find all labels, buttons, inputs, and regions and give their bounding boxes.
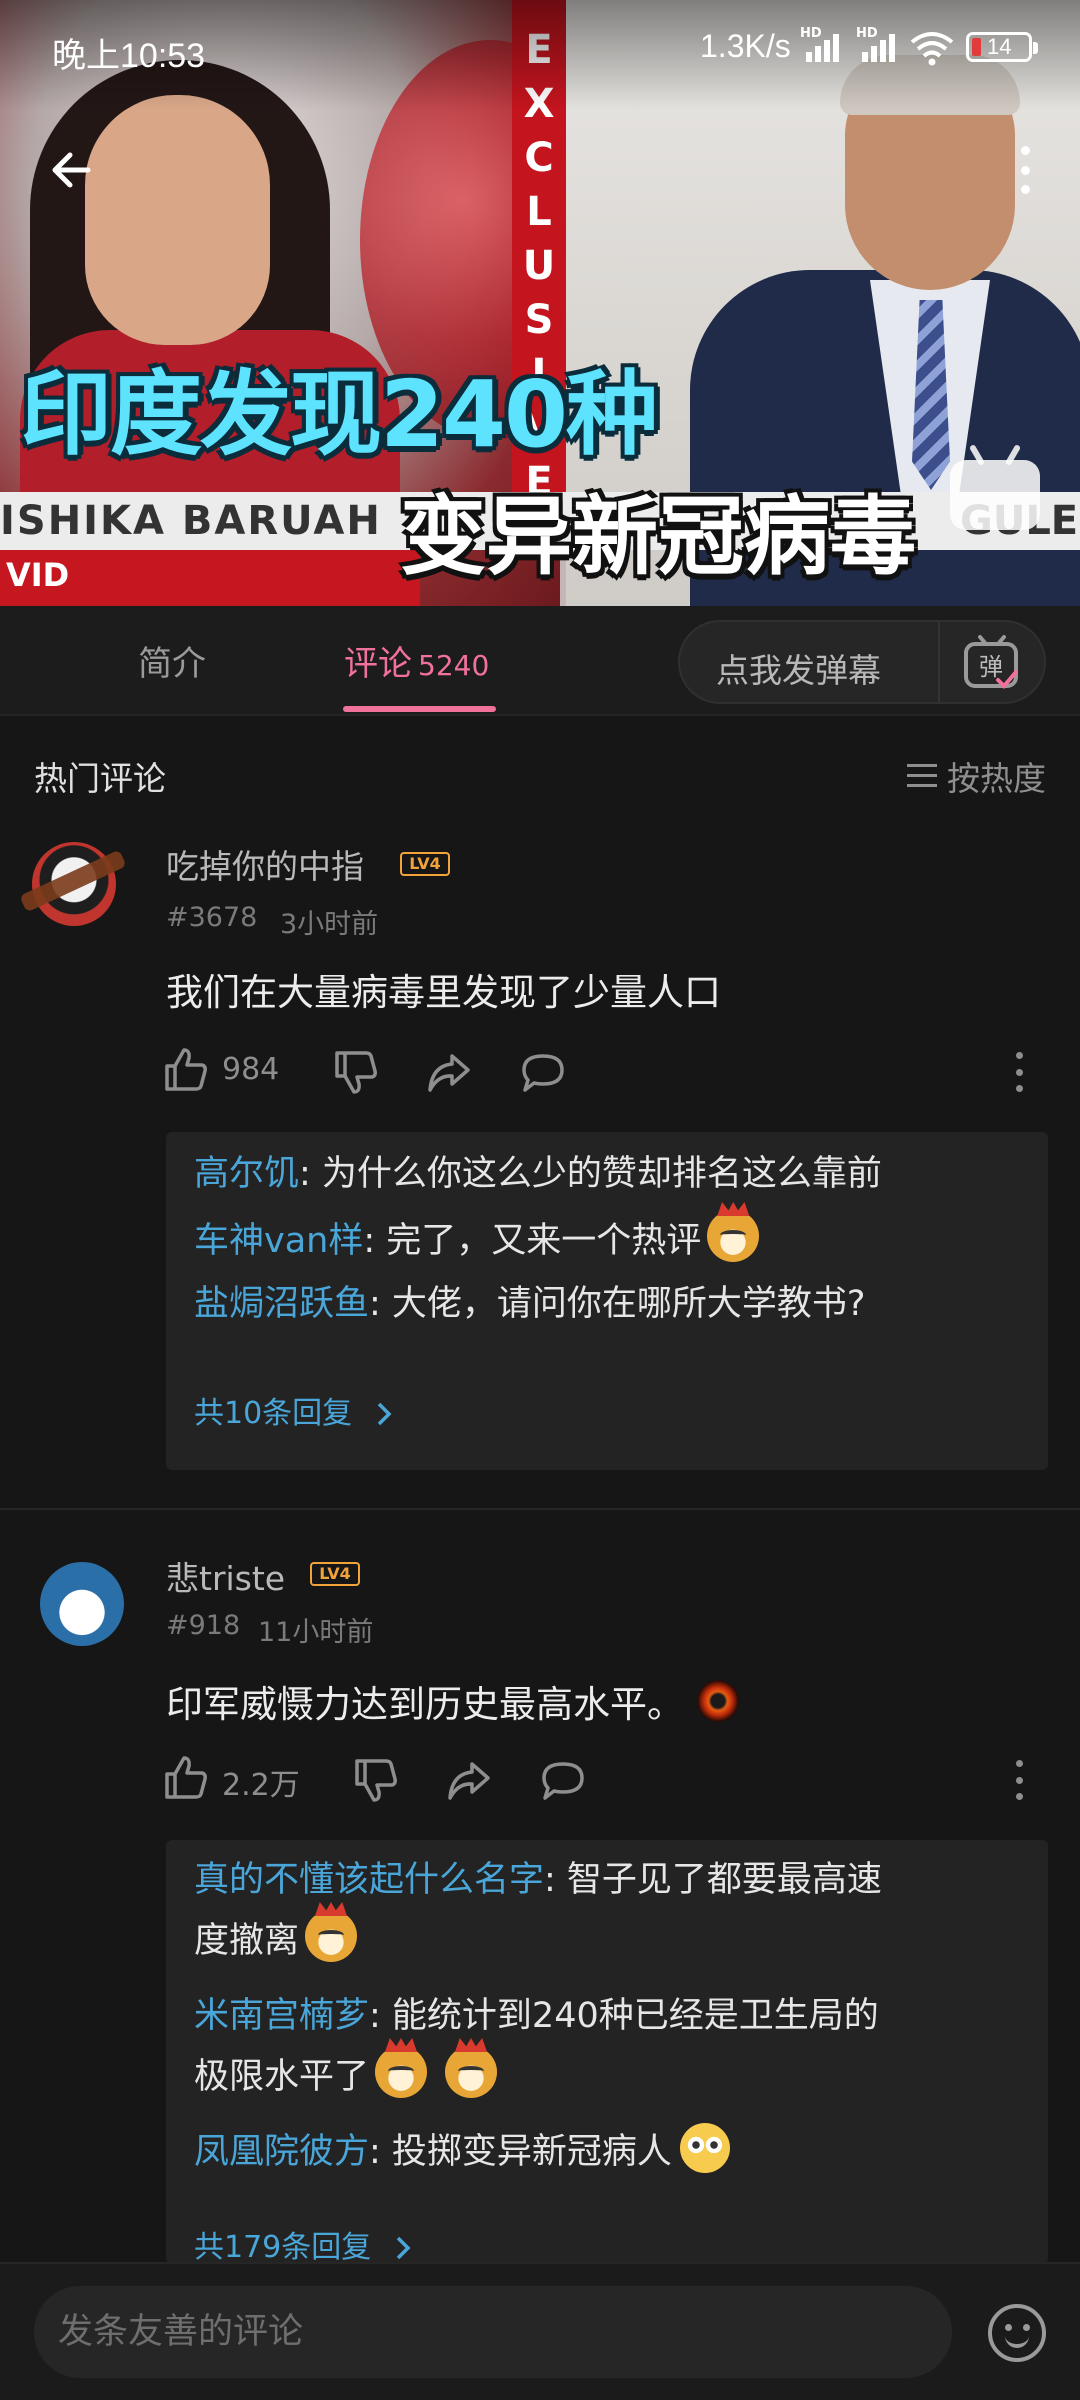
- doge-emoji-icon: [375, 2046, 428, 2098]
- status-bar: 晚上10:53 1.3K/s HD HD 14: [0, 0, 1080, 96]
- comment-time: 3小时前: [280, 909, 379, 940]
- reply-preview-box[interactable]: 真的不懂该起什么名字: 智子见了都要最高速 度撤离 米南宫楠芗: 能统计到240…: [166, 1840, 1048, 2266]
- video-headline-line1: 印度发现240种: [20, 361, 658, 468]
- dislike-icon[interactable]: [354, 1758, 398, 1804]
- reply-text-cont: 度撤离: [194, 1921, 300, 1961]
- comment-more-icon[interactable]: [1014, 1052, 1024, 1092]
- reply-icon[interactable]: [520, 1050, 566, 1096]
- comment-floor: #3678: [166, 902, 258, 933]
- share-icon[interactable]: [446, 1758, 492, 1804]
- tv-logo-icon: [950, 460, 1040, 530]
- chevron-right-icon: [377, 1402, 392, 1426]
- emoji-picker-icon[interactable]: [988, 2304, 1046, 2362]
- battery-level: 14: [987, 34, 1012, 59]
- tab-intro[interactable]: 简介: [138, 636, 206, 685]
- tab-bar: 简介 评论 5240 点我发弹幕 弹: [0, 606, 1080, 716]
- reply-author[interactable]: 米南宫楠芗: [194, 1996, 369, 2036]
- sort-button[interactable]: 按热度: [907, 752, 1046, 800]
- reply-item[interactable]: 凤凰院彼方: 投掷变异新冠病人: [194, 2122, 1024, 2182]
- ticker-left-text: ISHIKA BARUAH: [0, 498, 382, 544]
- tab-comments-count: 5240: [418, 649, 490, 682]
- dislike-icon[interactable]: [334, 1050, 378, 1096]
- battery-icon: 14: [966, 32, 1038, 62]
- wifi-icon: [910, 32, 954, 66]
- network-speed: 1.3K/s: [700, 28, 791, 64]
- avatar[interactable]: [32, 842, 116, 926]
- reply-text: : 为什么你这么少的赞却排名这么靠前: [299, 1154, 882, 1194]
- more-options-icon[interactable]: [1010, 140, 1040, 200]
- active-tab-indicator: [343, 706, 496, 712]
- hot-comments-title: 热门评论: [34, 759, 166, 798]
- comment-text-body: 印军威慑力达到历史最高水平。: [166, 1683, 684, 1726]
- tab-comments-label: 评论: [344, 644, 412, 684]
- comment-floor: #918: [166, 1610, 241, 1641]
- reply-text: : 大佬，请问你在哪所大学教书?: [369, 1284, 866, 1324]
- reply-preview-box[interactable]: 高尔饥: 为什么你这么少的赞却排名这么靠前 车神van样: 完了，又来一个热评 …: [166, 1132, 1048, 1470]
- doge-emoji-icon: [445, 2046, 498, 2098]
- woozy-emoji-icon: [679, 2123, 730, 2173]
- view-more-replies-link[interactable]: 共10条回复: [194, 1388, 394, 1432]
- reply-item[interactable]: 盐焗沼跃鱼: 大佬，请问你在哪所大学教书?: [194, 1274, 1024, 1334]
- comment-text: 我们在大量病毒里发现了少量人口: [166, 971, 721, 1014]
- comment-input[interactable]: [34, 2286, 952, 2378]
- like-icon[interactable]: [164, 1046, 208, 1092]
- danmaku-input-button[interactable]: 点我发弹幕 弹: [678, 620, 1046, 704]
- danmaku-icon-glyph: 弹: [979, 653, 1003, 681]
- reply-item[interactable]: 真的不懂该起什么名字: 智子见了都要最高速 度撤离: [194, 1850, 1024, 1971]
- view-more-replies-link[interactable]: 共179条回复: [194, 2222, 413, 2266]
- back-arrow-icon[interactable]: [46, 140, 106, 200]
- comment-divider: [0, 1508, 1080, 1510]
- comment-time: 11小时前: [258, 1617, 374, 1648]
- reply-author[interactable]: 真的不懂该起什么名字: [194, 1860, 544, 1900]
- reply-author[interactable]: 盐焗沼跃鱼: [194, 1284, 369, 1324]
- reply-item[interactable]: 车神van样: 完了，又来一个热评: [194, 1210, 1024, 1271]
- reply-text: : 智子见了都要最高速: [544, 1860, 882, 1900]
- level-badge: LV4: [310, 1562, 360, 1586]
- tab-comments[interactable]: 评论 5240: [344, 636, 489, 685]
- danmaku-toggle-icon[interactable]: 弹: [962, 634, 1022, 692]
- comment-more-icon[interactable]: [1014, 1760, 1024, 1800]
- reply-icon[interactable]: [540, 1758, 586, 1804]
- more-replies-label: 共10条回复: [194, 1396, 353, 1431]
- level-badge: LV4: [400, 852, 450, 876]
- doge-emoji-icon: [707, 1210, 760, 1262]
- reply-item[interactable]: 米南宫楠芗: 能统计到240种已经是卫生局的 极限水平了: [194, 1986, 1024, 2107]
- exclusive-letter: L: [526, 189, 552, 235]
- avatar[interactable]: [40, 1562, 124, 1646]
- signal-icon: [856, 30, 900, 62]
- like-count: 984: [222, 1052, 280, 1087]
- exclusive-letter: U: [522, 243, 556, 289]
- reply-text: : 能统计到240种已经是卫生局的: [369, 1996, 879, 2036]
- reply-author[interactable]: 高尔饥: [194, 1154, 299, 1194]
- exclusive-letter: S: [524, 297, 554, 343]
- comment-text: 印军威慑力达到历史最高水平。: [166, 1674, 742, 1728]
- video-player[interactable]: E X C L U S I V E ISHIKA BARUAH GULE VID…: [0, 0, 1080, 606]
- ticker-small-text: VID: [6, 556, 70, 594]
- like-count: 2.2万: [222, 1768, 300, 1803]
- chevron-right-icon: [396, 2236, 411, 2260]
- danmaku-placeholder: 点我发弹幕: [716, 651, 881, 690]
- reply-text: : 投掷变异新冠病人: [369, 2132, 672, 2172]
- signal-icon: [800, 30, 844, 62]
- status-time: 晚上10:53: [52, 37, 206, 75]
- sort-label: 按热度: [947, 759, 1046, 798]
- reply-text-cont: 极限水平了: [194, 2057, 370, 2097]
- like-icon[interactable]: [164, 1754, 208, 1800]
- reply-text: : 完了，又来一个热评: [363, 1221, 702, 1261]
- doge-emoji-icon: [305, 1910, 358, 1962]
- reply-author[interactable]: 凤凰院彼方: [194, 2132, 369, 2172]
- share-icon[interactable]: [426, 1050, 472, 1096]
- comment-compose-bar: [0, 2262, 1080, 2400]
- comment-username[interactable]: 悲triste: [166, 1552, 285, 1600]
- exclusive-letter: C: [524, 135, 554, 181]
- video-presenter-face: [85, 95, 270, 345]
- comment-username[interactable]: 吃掉你的中指: [166, 840, 364, 888]
- reply-item[interactable]: 高尔饥: 为什么你这么少的赞却排名这么靠前: [194, 1144, 1024, 1204]
- sort-list-icon: [907, 764, 937, 788]
- blackhole-emoji-icon: [694, 1677, 742, 1725]
- reply-author[interactable]: 车神van样: [194, 1221, 363, 1261]
- more-replies-label: 共179条回复: [194, 2230, 372, 2265]
- video-headline-line2: 变异新冠病毒: [400, 487, 916, 587]
